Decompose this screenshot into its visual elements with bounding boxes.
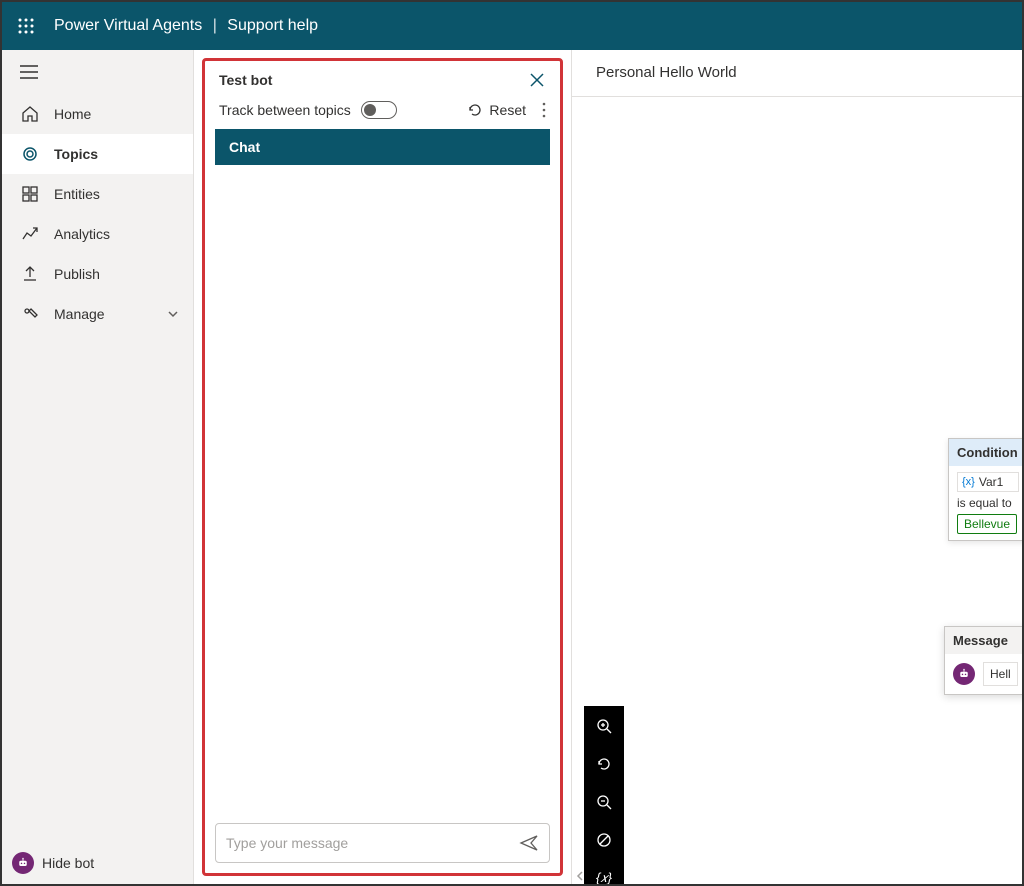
sidebar-item-topics[interactable]: Topics — [2, 134, 193, 174]
header-separator: | — [213, 17, 217, 34]
chat-body — [213, 165, 552, 817]
topics-icon — [20, 144, 40, 164]
manage-icon — [20, 304, 40, 324]
entities-icon — [20, 184, 40, 204]
reset-button[interactable]: Reset — [467, 102, 526, 118]
condition-node[interactable]: Condition {x} Var1 is equal to Bellevue — [948, 438, 1022, 541]
track-topics-toggle[interactable] — [361, 101, 397, 119]
hide-bot-label: Hide bot — [42, 855, 94, 871]
sidebar-item-label: Entities — [54, 186, 100, 202]
condition-node-header: Condition — [949, 439, 1022, 466]
topic-title: Personal Hello World — [596, 64, 737, 81]
bot-icon — [12, 852, 34, 874]
chevron-down-icon — [167, 308, 179, 320]
canvas-divider — [572, 96, 1022, 97]
home-icon — [20, 104, 40, 124]
condition-operator: is equal to — [957, 496, 1019, 510]
message-node[interactable]: Message Hell — [944, 626, 1022, 695]
sidebar-item-publish[interactable]: Publish — [2, 254, 193, 294]
publish-icon — [20, 264, 40, 284]
fit-view-icon[interactable] — [592, 828, 616, 852]
reset-view-icon[interactable] — [592, 752, 616, 776]
message-node-header: Message — [945, 627, 1022, 654]
condition-value-chip[interactable]: Bellevue — [957, 514, 1017, 534]
message-text[interactable]: Hell — [983, 662, 1018, 686]
sidebar-item-label: Analytics — [54, 226, 110, 242]
variables-icon[interactable]: {𝑥} — [592, 866, 616, 884]
zoom-in-icon[interactable] — [592, 714, 616, 738]
condition-variable-name: Var1 — [979, 475, 1003, 489]
authoring-canvas[interactable]: Personal Hello World {𝑥} Condition — [572, 50, 1022, 884]
reset-label: Reset — [489, 102, 526, 118]
sidebar-toggle[interactable] — [2, 50, 193, 94]
close-icon[interactable] — [528, 71, 546, 89]
condition-variable[interactable]: {x} Var1 — [957, 472, 1019, 492]
header-title: Power Virtual Agents | Support help — [54, 17, 318, 35]
sidebar-item-manage[interactable]: Manage — [2, 294, 193, 334]
header-app-name: Power Virtual Agents — [54, 17, 202, 34]
reset-icon — [467, 102, 483, 118]
sidebar: Home Topics Entities Analytics — [2, 50, 194, 884]
waffle-menu-icon[interactable] — [10, 10, 42, 42]
header-subtitle: Support help — [227, 17, 318, 34]
chat-input-row — [215, 823, 550, 863]
sidebar-item-analytics[interactable]: Analytics — [2, 214, 193, 254]
more-options-icon[interactable] — [542, 102, 546, 118]
chat-message-input[interactable] — [226, 835, 519, 851]
canvas-toolbar: {𝑥} — [584, 706, 624, 884]
sidebar-item-label: Home — [54, 106, 91, 122]
sidebar-item-label: Manage — [54, 306, 105, 322]
sidebar-item-label: Topics — [54, 146, 98, 162]
sidebar-item-label: Publish — [54, 266, 100, 282]
zoom-out-icon[interactable] — [592, 790, 616, 814]
variable-icon: {x} — [962, 476, 975, 488]
analytics-icon — [20, 224, 40, 244]
sidebar-item-home[interactable]: Home — [2, 94, 193, 134]
hide-bot-button[interactable]: Hide bot — [12, 852, 94, 874]
test-bot-panel-wrap: Test bot Track between topics Reset Chat — [194, 50, 572, 884]
track-topics-label: Track between topics — [219, 102, 351, 118]
test-panel-title: Test bot — [219, 72, 272, 88]
app-header: Power Virtual Agents | Support help — [2, 2, 1022, 50]
bot-icon — [953, 663, 975, 685]
send-icon[interactable] — [519, 833, 539, 853]
sidebar-item-entities[interactable]: Entities — [2, 174, 193, 214]
test-bot-panel: Test bot Track between topics Reset Chat — [202, 58, 563, 876]
hamburger-icon — [20, 65, 38, 79]
canvas-scroll-left-icon[interactable] — [574, 870, 586, 882]
chat-header: Chat — [215, 129, 550, 165]
